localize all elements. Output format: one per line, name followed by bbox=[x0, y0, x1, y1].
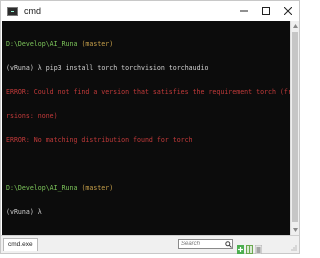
chevron-up-icon bbox=[292, 24, 298, 28]
prompt-line: D:\Develop\AI_Runa (master) bbox=[6, 40, 290, 48]
tab-cmd[interactable]: cmd.exe bbox=[3, 238, 38, 251]
minimize-button[interactable] bbox=[233, 1, 255, 21]
error-line: ERROR: Could not find a version that sat… bbox=[6, 88, 290, 96]
error-line: rsions: none) bbox=[6, 112, 58, 120]
console-window: cmd D:\Develop\AI_Runa (master) (vRuna) … bbox=[0, 0, 300, 255]
resize-grip-icon[interactable] bbox=[291, 245, 297, 251]
terminal-output[interactable]: D:\Develop\AI_Runa (master) (vRuna) λ pi… bbox=[2, 21, 290, 235]
error-line: ERROR: No matching distribution found fo… bbox=[6, 136, 193, 144]
window-controls bbox=[233, 1, 299, 21]
venv-name: (vRuna) bbox=[6, 208, 34, 216]
search-icon[interactable] bbox=[225, 240, 232, 248]
prompt-symbol: λ bbox=[37, 208, 42, 216]
close-button[interactable] bbox=[277, 1, 299, 21]
prompt-path: D:\Develop\AI_Runa bbox=[6, 40, 78, 48]
command-text: pip3 install torch torchvision torchaudi… bbox=[45, 64, 209, 72]
git-branch: (master) bbox=[81, 40, 114, 48]
scrollbar-thumb[interactable] bbox=[292, 32, 298, 222]
plus-icon[interactable] bbox=[237, 239, 244, 254]
venv-name: (vRuna) bbox=[6, 64, 34, 72]
status-icons bbox=[237, 239, 263, 255]
title-bar[interactable]: cmd bbox=[1, 1, 299, 21]
prompt-path: D:\Develop\AI_Runa bbox=[6, 184, 78, 192]
status-bar: cmd.exe bbox=[1, 235, 299, 255]
prompt-line: D:\Develop\AI_Runa (master) bbox=[6, 184, 290, 192]
chevron-down-icon bbox=[292, 228, 298, 232]
scroll-down-arrow[interactable] bbox=[291, 226, 299, 234]
minimize-icon bbox=[240, 10, 248, 12]
vertical-scrollbar[interactable] bbox=[290, 21, 299, 235]
git-branch: (master) bbox=[81, 184, 114, 192]
scroll-up-arrow[interactable] bbox=[291, 22, 299, 30]
split-icon[interactable] bbox=[246, 239, 253, 254]
maximize-button[interactable] bbox=[255, 1, 277, 21]
maximize-icon bbox=[262, 7, 270, 15]
search-box[interactable] bbox=[178, 239, 233, 249]
prompt-symbol: λ bbox=[37, 64, 42, 72]
menu-icon[interactable] bbox=[254, 239, 263, 255]
window-title: cmd bbox=[24, 6, 42, 16]
command-line: (vRuna) λ bbox=[6, 208, 290, 216]
search-input[interactable] bbox=[179, 240, 225, 248]
command-line: (vRuna) λ pip3 install torch torchvision… bbox=[6, 64, 290, 72]
close-icon bbox=[284, 7, 292, 15]
terminal-icon bbox=[7, 6, 18, 16]
